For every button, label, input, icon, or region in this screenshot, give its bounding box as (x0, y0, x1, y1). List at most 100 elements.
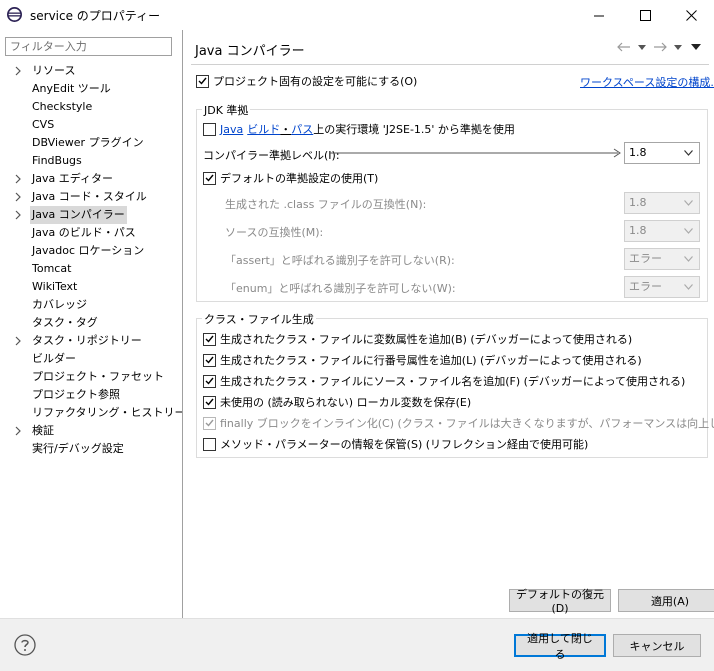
classfile-option-checkbox[interactable]: 生成されたクラス・ファイルにソース・ファイル名を追加(F) (デバッガーによって… (203, 373, 685, 389)
select-value: エラー (629, 280, 662, 293)
ee-compliance-text: 上の実行環境 'J2SE-1.5' から準拠を使用 (313, 123, 515, 136)
apply-button[interactable]: 適用(A) (618, 589, 714, 612)
page-title: Java コンパイラー (195, 44, 305, 59)
tree-item[interactable]: Javadoc ロケーション (0, 242, 182, 260)
enum-ident-label: 「enum」と呼ばれる識別子を許可しない(W): (225, 282, 456, 295)
cancel-button[interactable]: キャンセル (613, 634, 701, 657)
select-value: エラー (629, 252, 662, 265)
classfile-option-checkbox[interactable]: 生成されたクラス・ファイルに行番号属性を追加(L) (デバッガーによって使用され… (203, 352, 642, 368)
tree-item[interactable]: Java のビルド・パス (0, 224, 182, 242)
eclipse-app-icon (7, 7, 22, 22)
build-link[interactable]: ビルド (247, 121, 280, 137)
checkbox-box[interactable] (203, 416, 216, 430)
help-icon[interactable] (14, 634, 36, 656)
tree-item[interactable]: タスク・リポジトリー (0, 332, 182, 350)
tree-item[interactable]: プロジェクト・ファセット (0, 368, 182, 386)
tree-item-label: 実行/デバッグ設定 (32, 442, 124, 455)
minimize-icon[interactable] (576, 0, 622, 30)
chevron-down-icon (684, 150, 693, 156)
chevron-right-icon[interactable] (13, 66, 23, 76)
source-compat-select[interactable]: 1.8 (624, 220, 700, 242)
chevron-right-icon[interactable] (13, 336, 23, 346)
tree-item[interactable]: リファクタリング・ヒストリー (0, 404, 186, 422)
view-menu-icon[interactable] (688, 39, 704, 55)
restore-defaults-button[interactable]: デフォルトの復元(D) (509, 588, 611, 615)
tree-item[interactable]: タスク・タグ (0, 314, 182, 332)
tree-item-label: CVS (32, 118, 55, 131)
checkbox-box[interactable] (203, 171, 216, 185)
checkbox-box[interactable] (203, 353, 216, 367)
class-compat-select[interactable]: 1.8 (624, 192, 700, 214)
forward-dropdown-icon[interactable] (670, 39, 686, 55)
classfile-option-checkbox[interactable]: 未使用の (読み取られない) ローカル変数を保存(E) (203, 394, 471, 410)
use-default-compliance-checkbox[interactable]: デフォルトの準拠設定の使用(T) (203, 170, 378, 186)
chevron-right-icon[interactable] (13, 426, 23, 436)
checkbox-box[interactable] (203, 122, 216, 136)
checkbox-box[interactable] (203, 437, 216, 451)
dialog-button-bar: 適用して閉じる キャンセル (0, 618, 714, 671)
tree-item-label: FindBugs (32, 154, 82, 167)
enum-ident-select[interactable]: エラー (624, 276, 700, 298)
use-ee-compliance-checkbox[interactable]: Java ビルド・パス 上の実行環境 'J2SE-1.5' から準拠を使用 (203, 121, 515, 137)
tree-item[interactable]: FindBugs (0, 152, 182, 170)
workspace-settings-link[interactable]: ワークスペース設定の構成... (580, 74, 714, 90)
tree-item[interactable]: Tomcat (0, 260, 182, 278)
header-separator (191, 64, 709, 65)
chevron-right-icon[interactable] (13, 192, 23, 202)
checkbox-box[interactable] (203, 374, 216, 388)
tree-item[interactable]: プロジェクト参照 (0, 386, 182, 404)
checkbox-label: 生成されたクラス・ファイルに変数属性を追加(B) (デバッガーによって使用される… (220, 333, 633, 346)
java-link[interactable]: Java (220, 123, 243, 136)
chevron-right-icon[interactable] (13, 174, 23, 184)
tree-item[interactable]: AnyEdit ツール (0, 80, 182, 98)
classfile-option-checkbox[interactable]: 生成されたクラス・ファイルに変数属性を追加(B) (デバッガーによって使用される… (203, 331, 632, 347)
forward-arrow-icon[interactable] (652, 39, 668, 55)
close-icon[interactable] (668, 0, 714, 30)
tree-item[interactable]: CVS (0, 116, 182, 134)
chevron-down-icon (684, 284, 693, 290)
page-nav-toolbar (616, 39, 704, 55)
page-header: Java コンパイラー (183, 30, 714, 63)
tree-item[interactable]: リソース (0, 62, 182, 80)
path-link[interactable]: パス (291, 121, 313, 137)
tree-item-label: WikiText (32, 280, 78, 293)
enable-project-specific-checkbox[interactable]: プロジェクト固有の設定を可能にする(O) (196, 73, 417, 89)
apply-and-close-button[interactable]: 適用して閉じる (514, 632, 606, 661)
tree-item[interactable]: WikiText (0, 278, 182, 296)
checkbox-box[interactable] (203, 395, 216, 409)
classfile-option-checkbox[interactable]: メソッド・パラメーターの情報を保管(S) (リフレクション経由で使用可能) (203, 436, 588, 452)
tree-item-label: タスク・リポジトリー (32, 334, 142, 347)
checkbox-label: finally ブロックをインライン化(C) (クラス・ファイルは大きくなります… (220, 417, 714, 430)
chevron-down-icon (684, 256, 693, 262)
tree-item-label: タスク・タグ (32, 316, 98, 329)
tree-item[interactable]: Java エディター (0, 170, 182, 188)
chevron-right-icon[interactable] (13, 210, 23, 220)
checkbox-label: 生成されたクラス・ファイルに行番号属性を追加(L) (デバッガーによって使用され… (220, 354, 642, 367)
compliance-level-select[interactable]: 1.8 (624, 142, 700, 164)
checkbox-label: プロジェクト固有の設定を可能にする(O) (213, 75, 418, 88)
select-value: 1.8 (629, 196, 647, 209)
tree-item[interactable]: DBViewer プラグイン (0, 134, 182, 152)
tree-item[interactable]: Java コード・スタイル (0, 188, 182, 206)
checkbox-label: 未使用の (読み取られない) ローカル変数を保存(E) (220, 396, 472, 409)
select-value: 1.8 (629, 146, 647, 159)
back-dropdown-icon[interactable] (634, 39, 650, 55)
assert-ident-select[interactable]: エラー (624, 248, 700, 270)
tree-item[interactable]: 実行/デバッグ設定 (0, 440, 182, 458)
checkbox-box[interactable] (203, 332, 216, 346)
tree-item[interactable]: カバレッジ (0, 296, 182, 314)
tree-item[interactable]: Java コンパイラー (0, 206, 182, 224)
tree-item[interactable]: Checkstyle (0, 98, 182, 116)
checkbox-box[interactable] (196, 74, 209, 88)
preference-page: Java コンパイラー プロジェクト固有の設定を可能にする(O) ワークスペース… (183, 30, 714, 618)
tree-item-label: Checkstyle (32, 100, 93, 113)
tree-item[interactable]: 検証 (0, 422, 182, 440)
back-arrow-icon[interactable] (616, 39, 632, 55)
tree-item[interactable]: ビルダー (0, 350, 182, 368)
jdk-group-title: JDK 準拠 (202, 102, 251, 118)
tree-item-label: DBViewer プラグイン (32, 136, 144, 149)
checkbox-label: デフォルトの準拠設定の使用(T) (220, 172, 379, 185)
maximize-icon[interactable] (622, 0, 668, 30)
classfile-option-checkbox[interactable]: finally ブロックをインライン化(C) (クラス・ファイルは大きくなります… (203, 415, 714, 431)
filter-input[interactable] (5, 37, 172, 56)
